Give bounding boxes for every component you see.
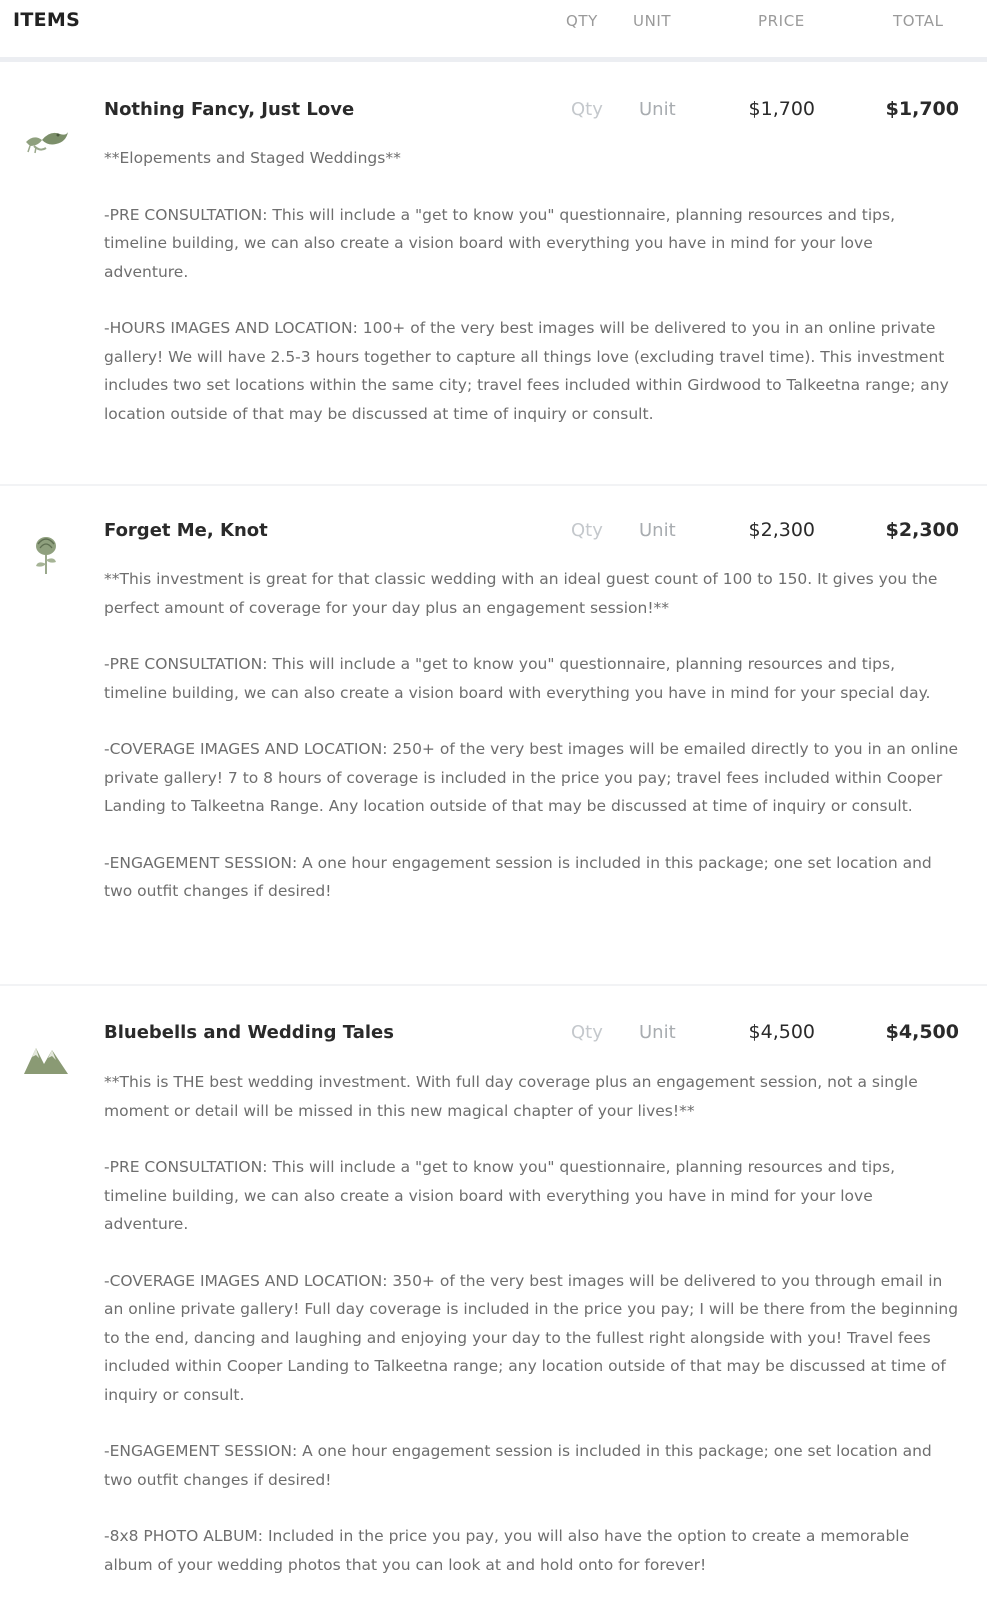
unit-input[interactable]: Unit bbox=[639, 1022, 676, 1043]
mountains-icon bbox=[22, 1036, 70, 1084]
description-paragraph: -ENGAGEMENT SESSION: A one hour engageme… bbox=[104, 1442, 932, 1489]
item-price[interactable]: $1,700 bbox=[695, 98, 815, 120]
unit-column-header: UNIT bbox=[633, 12, 672, 30]
qty-input[interactable]: Qty bbox=[571, 520, 603, 541]
description-paragraph: **Elopements and Staged Weddings** bbox=[104, 149, 401, 167]
items-table-header: ITEMS QTY UNIT PRICE TOTAL bbox=[0, 0, 987, 62]
unit-input[interactable]: Unit bbox=[639, 520, 676, 541]
item-total: $1,700 bbox=[885, 98, 959, 120]
item-total: $4,500 bbox=[885, 1021, 959, 1043]
description-paragraph: -HOURS IMAGES AND LOCATION: 100+ of the … bbox=[104, 319, 949, 423]
description-paragraph: **This investment is great for that clas… bbox=[104, 570, 938, 617]
item-name[interactable]: Forget Me, Knot bbox=[104, 520, 268, 541]
items-heading: ITEMS bbox=[13, 9, 81, 31]
item-description[interactable]: **Elopements and Staged Weddings** -PRE … bbox=[104, 144, 959, 456]
qty-column-header: QTY bbox=[566, 12, 598, 30]
flower-icon bbox=[22, 530, 70, 578]
description-paragraph: -PRE CONSULTATION: This will include a "… bbox=[104, 655, 931, 702]
description-paragraph: -ENGAGEMENT SESSION: A one hour engageme… bbox=[104, 853, 932, 901]
item-price[interactable]: $2,300 bbox=[695, 519, 815, 541]
qty-input[interactable]: Qty bbox=[571, 99, 603, 120]
item-name[interactable]: Bluebells and Wedding Tales bbox=[104, 1022, 394, 1043]
line-item: Bluebells and Wedding Tales Qty Unit $4,… bbox=[0, 986, 987, 1600]
unit-input[interactable]: Unit bbox=[639, 99, 676, 120]
description-paragraph: -COVERAGE IMAGES AND LOCATION: 250+ of t… bbox=[104, 740, 959, 815]
line-item: Nothing Fancy, Just Love Qty Unit $1,700… bbox=[0, 62, 987, 486]
line-item: Forget Me, Knot Qty Unit $2,300 $2,300 *… bbox=[0, 486, 987, 986]
item-total: $2,300 bbox=[885, 519, 959, 541]
description-paragraph: **This is THE best wedding investment. W… bbox=[104, 1073, 918, 1120]
item-name[interactable]: Nothing Fancy, Just Love bbox=[104, 99, 354, 120]
item-price[interactable]: $4,500 bbox=[695, 1021, 815, 1043]
item-description[interactable]: **This investment is great for that clas… bbox=[104, 565, 959, 934]
description-paragraph: -COVERAGE IMAGES AND LOCATION: 350+ of t… bbox=[104, 1271, 959, 1404]
price-column-header: PRICE bbox=[758, 12, 805, 30]
birds-icon bbox=[22, 116, 70, 164]
description-paragraph: -8x8 PHOTO ALBUM: Included in the price … bbox=[104, 1527, 910, 1574]
qty-input[interactable]: Qty bbox=[571, 1022, 603, 1043]
total-column-header: TOTAL bbox=[893, 12, 944, 30]
item-description[interactable]: **This is THE best wedding investment. W… bbox=[104, 1068, 959, 1607]
description-paragraph: -PRE CONSULTATION: This will include a "… bbox=[104, 205, 895, 281]
description-paragraph: -PRE CONSULTATION: This will include a "… bbox=[104, 1158, 895, 1233]
